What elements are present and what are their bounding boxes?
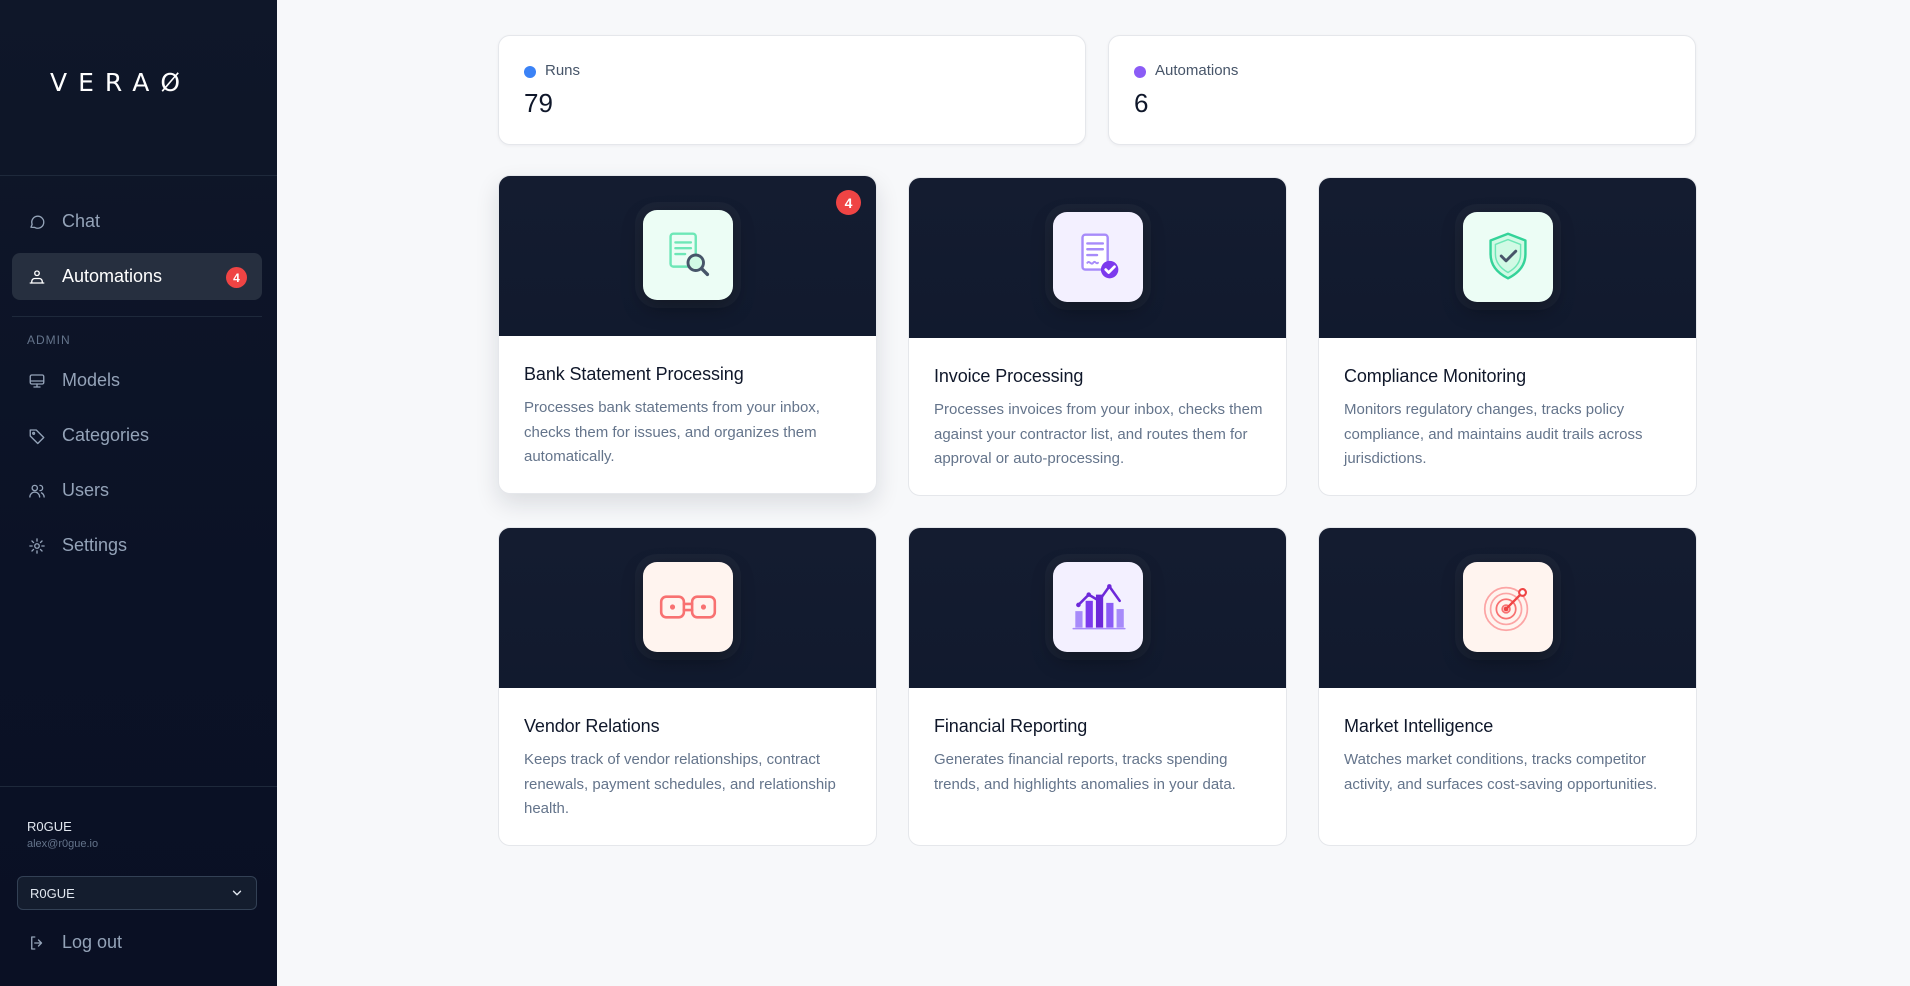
sidebar-item-label: Settings (62, 535, 128, 555)
radar-icon (1463, 562, 1553, 652)
sidebar-item-automations[interactable]: Automations 4 (12, 253, 262, 300)
automation-icon (28, 268, 46, 286)
card-header (499, 528, 876, 688)
card-description: Generates financial reports, tracks spen… (934, 751, 1236, 793)
user-name: R0GUE (27, 819, 72, 834)
card-description: Watches market conditions, tracks compet… (1344, 751, 1658, 793)
status-dot (524, 66, 536, 78)
card-title: Compliance Monitoring (1344, 366, 1526, 386)
sidebar-divider (0, 175, 277, 176)
sidebar-divider (12, 316, 262, 317)
sidebar-item-models[interactable]: Models (12, 357, 262, 404)
user-email: alex@r0gue.io (27, 838, 99, 850)
brand-logo[interactable]: VERAØ (50, 68, 191, 97)
organization-select-value: R0GUE (30, 885, 75, 901)
automation-card-vendor-relations[interactable]: Vendor Relations Keeps track of vendor r… (498, 527, 877, 846)
sidebar-item-settings[interactable]: Settings (12, 522, 262, 569)
organization-select[interactable]: R0GUE (17, 876, 257, 910)
sidebar-item-label: Categories (62, 425, 150, 445)
card-header (1319, 528, 1696, 688)
notification-badge: 4 (836, 190, 861, 215)
sidebar-item-label: Models (62, 370, 121, 390)
stat-value: 79 (524, 88, 553, 118)
gear-icon (28, 537, 46, 555)
logout-label: Log out (62, 932, 123, 952)
logout-icon (28, 934, 46, 952)
sidebar-item-chat[interactable]: Chat (12, 198, 262, 245)
logout-button[interactable]: Log out (28, 932, 122, 953)
automation-card-compliance[interactable]: Compliance Monitoring Monitors regulator… (1318, 177, 1697, 496)
admin-section-label: ADMIN (27, 333, 71, 347)
card-title: Vendor Relations (524, 716, 660, 736)
sidebar-item-categories[interactable]: Categories (12, 412, 262, 459)
automation-card-market-intelligence[interactable]: Market Intelligence Watches market condi… (1318, 527, 1697, 846)
stat-card-runs: Runs 79 (498, 35, 1086, 145)
sidebar-item-label: Users (62, 480, 110, 500)
card-title: Bank Statement Processing (524, 364, 744, 384)
notification-badge: 4 (226, 267, 247, 288)
automation-card-financial-reporting[interactable]: Financial Reporting Generates financial … (908, 527, 1287, 846)
link-icon (643, 562, 733, 652)
sidebar-divider (0, 786, 277, 787)
card-title: Market Intelligence (1344, 716, 1494, 736)
users-icon (28, 482, 46, 500)
stat-label: Automations (1155, 62, 1239, 79)
sidebar-item-users[interactable]: Users (12, 467, 262, 514)
monitor-icon (28, 372, 46, 390)
card-description: Processes invoices from your inbox, chec… (934, 401, 1263, 467)
invoice-check-icon (1053, 212, 1143, 302)
automation-card-invoice[interactable]: Invoice Processing Processes invoices fr… (908, 177, 1287, 496)
stat-label: Runs (545, 62, 581, 79)
chat-bubble-icon (28, 213, 46, 231)
status-dot (1134, 66, 1146, 78)
tag-icon (28, 427, 46, 445)
card-header (1319, 178, 1696, 338)
sidebar-item-label: Chat (62, 211, 101, 231)
sidebar: VERAØ Chat Automations 4 ADMIN Models Ca… (0, 0, 277, 986)
chevron-down-icon (230, 886, 244, 900)
shield-check-icon (1463, 212, 1553, 302)
card-description: Monitors regulatory changes, tracks poli… (1344, 401, 1643, 467)
card-header (909, 528, 1286, 688)
document-search-icon (643, 210, 733, 300)
stat-card-automations: Automations 6 (1108, 35, 1696, 145)
card-description: Processes bank statements from your inbo… (524, 399, 820, 465)
bar-chart-icon (1053, 562, 1143, 652)
automation-card-bank-statement[interactable]: 4 Bank Statement Processing Processes ba… (498, 175, 877, 494)
card-header: 4 (499, 176, 876, 336)
card-header (909, 178, 1286, 338)
card-title: Invoice Processing (934, 366, 1084, 386)
card-description: Keeps track of vendor relationships, con… (524, 751, 836, 817)
card-title: Financial Reporting (934, 716, 1088, 736)
stat-value: 6 (1134, 88, 1149, 118)
sidebar-item-label: Automations (62, 266, 163, 286)
